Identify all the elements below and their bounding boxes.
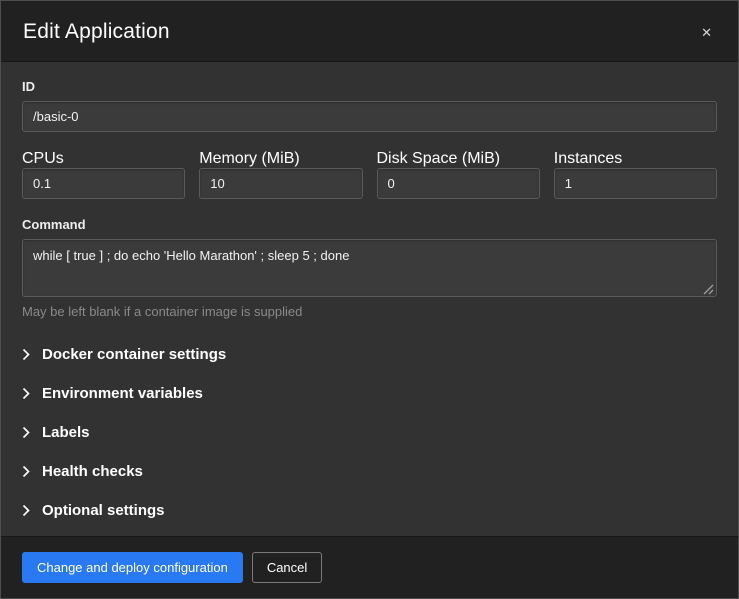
id-label: ID [22,79,717,94]
section-optional-settings[interactable]: Optional settings [22,491,717,530]
modal-body: ID CPUs Memory (MiB) Disk Space (MiB) In… [1,62,738,536]
modal-header: Edit Application ✕ [1,1,738,62]
field-instances: Instances [554,150,717,199]
section-label: Health checks [42,463,143,480]
chevron-right-icon [22,504,31,517]
close-icon: ✕ [701,25,712,40]
resize-handle-icon[interactable] [703,282,714,293]
modal-footer: Change and deploy configuration Cancel [1,536,738,598]
section-label: Docker container settings [42,346,226,363]
id-input[interactable] [22,101,717,132]
accordion-sections: Docker container settings Environment va… [22,335,717,530]
section-label: Environment variables [42,385,203,402]
section-label: Labels [42,424,90,441]
section-environment-variables[interactable]: Environment variables [22,374,717,413]
memory-input[interactable] [199,168,362,199]
command-label: Command [22,217,717,232]
cancel-button[interactable]: Cancel [252,552,322,583]
section-docker-container-settings[interactable]: Docker container settings [22,335,717,374]
section-labels[interactable]: Labels [22,413,717,452]
section-health-checks[interactable]: Health checks [22,452,717,491]
command-textarea[interactable]: while [ true ] ; do echo 'Hello Marathon… [22,239,717,297]
command-help-text: May be left blank if a container image i… [22,304,717,319]
command-textarea-wrap: while [ true ] ; do echo 'Hello Marathon… [22,239,717,297]
resources-row: CPUs Memory (MiB) Disk Space (MiB) Insta… [22,150,717,199]
cpus-input[interactable] [22,168,185,199]
chevron-right-icon [22,426,31,439]
close-button[interactable]: ✕ [697,22,716,43]
page-title: Edit Application [23,20,170,44]
disk-label: Disk Space (MiB) [377,150,501,167]
field-command: Command while [ true ] ; do echo 'Hello … [22,217,717,319]
field-cpus: CPUs [22,150,185,199]
disk-input[interactable] [377,168,540,199]
cpus-label: CPUs [22,150,64,167]
chevron-right-icon [22,387,31,400]
field-id: ID [22,79,717,132]
instances-input[interactable] [554,168,717,199]
deploy-button[interactable]: Change and deploy configuration [22,552,243,583]
instances-label: Instances [554,150,622,167]
field-memory: Memory (MiB) [199,150,362,199]
field-disk: Disk Space (MiB) [377,150,540,199]
edit-application-modal: Edit Application ✕ ID CPUs Memory (MiB) … [0,0,739,599]
memory-label: Memory (MiB) [199,150,299,167]
section-label: Optional settings [42,502,165,519]
chevron-right-icon [22,348,31,361]
chevron-right-icon [22,465,31,478]
